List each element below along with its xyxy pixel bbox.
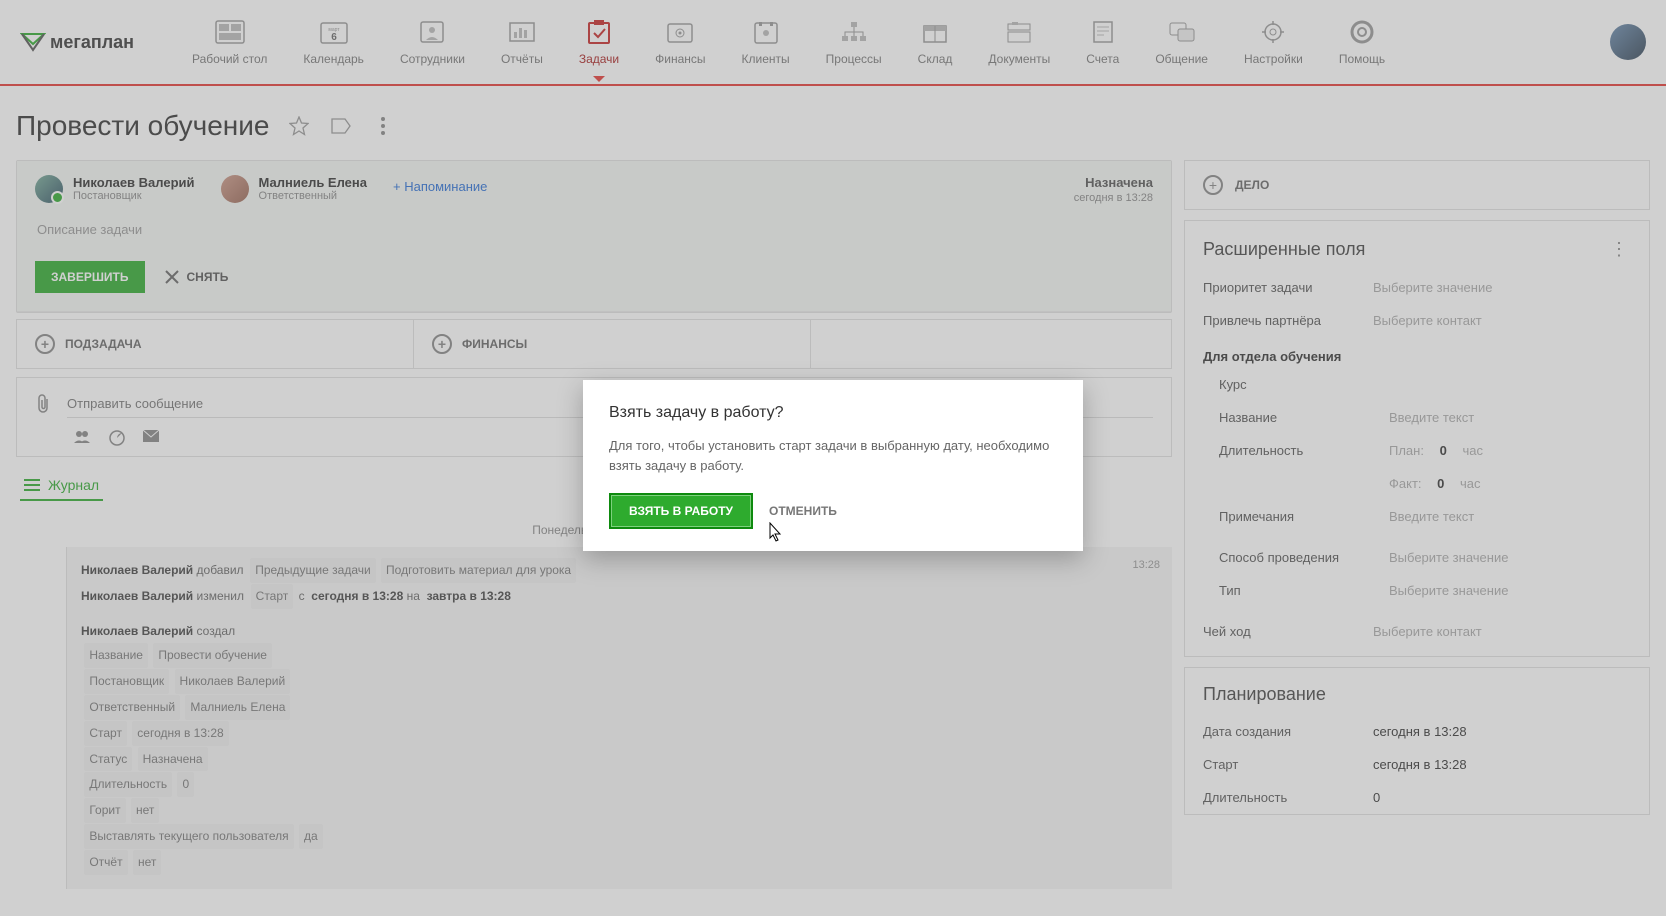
modal-text: Для того, чтобы установить старт задачи …	[609, 436, 1057, 475]
confirm-modal: Взять задачу в работу? Для того, чтобы у…	[583, 380, 1083, 551]
cancel-button[interactable]: ОТМЕНИТЬ	[769, 504, 837, 518]
take-to-work-button[interactable]: ВЗЯТЬ В РАБОТУ	[609, 493, 753, 529]
modal-title: Взять задачу в работу?	[609, 404, 1057, 422]
